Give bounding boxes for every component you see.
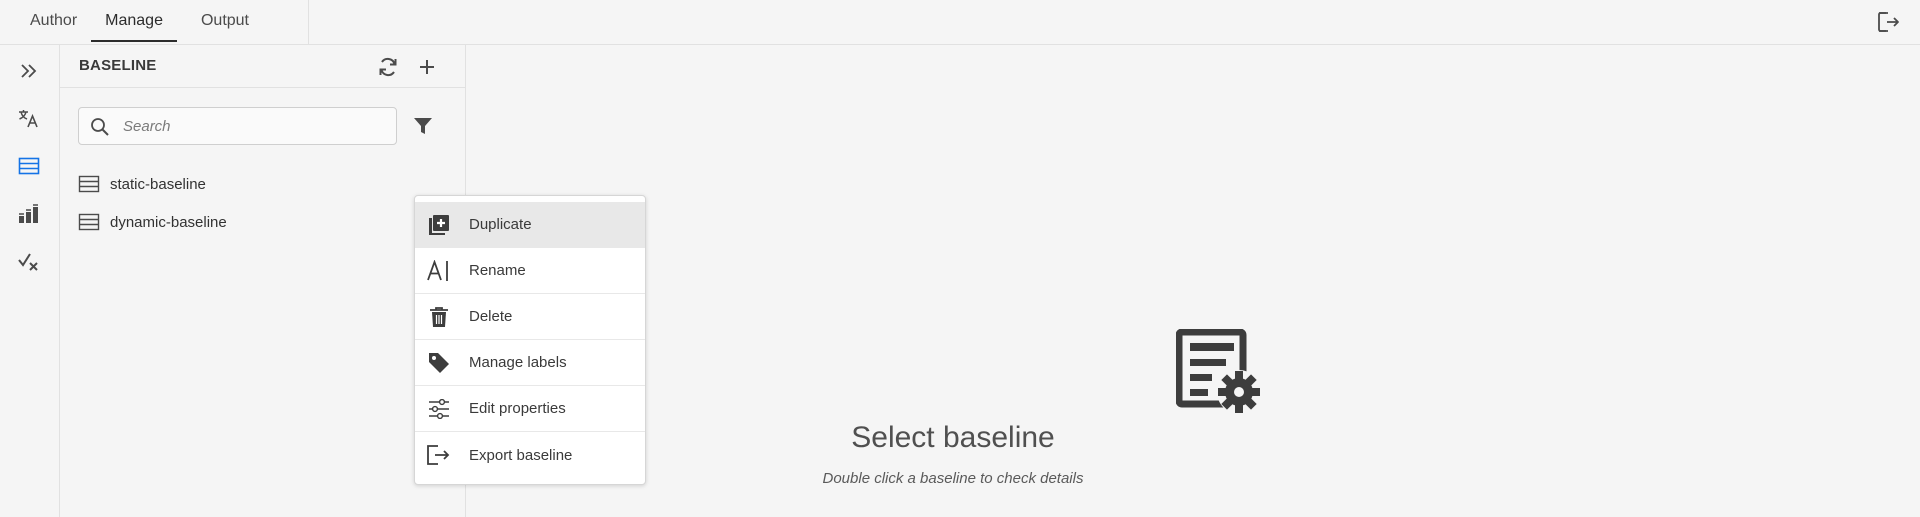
tab-author[interactable]: Author — [16, 0, 91, 45]
rail-item-reports[interactable] — [15, 200, 43, 228]
menu-item-label: Duplicate — [469, 216, 532, 233]
reports-icon — [19, 204, 38, 223]
menu-item-duplicate[interactable]: Duplicate — [415, 202, 645, 248]
search-input[interactable] — [121, 108, 391, 144]
add-baseline-button[interactable] — [413, 53, 441, 81]
menu-item-export-baseline[interactable]: Export baseline — [415, 432, 645, 478]
tab-author-label: Author — [30, 12, 78, 29]
menu-item-label: Rename — [469, 262, 526, 279]
menu-item-delete[interactable]: Delete — [415, 294, 645, 340]
export-icon — [427, 444, 451, 466]
list-item-label: static-baseline — [110, 175, 206, 193]
logout-button[interactable] — [1876, 9, 1902, 35]
tab-manage-label: Manage — [105, 12, 163, 29]
main-tabs: Author Manage Output — [0, 0, 263, 45]
left-rail — [0, 45, 60, 517]
tag-icon — [427, 352, 451, 374]
top-bar: Author Manage Output — [0, 0, 1920, 45]
filter-button[interactable] — [410, 113, 436, 139]
review-icon — [18, 253, 38, 271]
baseline-settings-icon — [1176, 329, 1261, 414]
duplicate-icon — [427, 214, 451, 236]
plus-icon — [420, 60, 434, 74]
tab-output-label: Output — [200, 12, 249, 29]
translate-icon — [19, 110, 38, 128]
search-box — [78, 107, 397, 145]
baseline-item-icon — [78, 213, 100, 231]
panel-title: BASELINE — [79, 57, 157, 74]
properties-icon — [427, 398, 451, 420]
menu-item-label: Edit properties — [469, 400, 566, 417]
menu-item-label: Delete — [469, 308, 513, 325]
menu-item-edit-properties[interactable]: Edit properties — [415, 386, 645, 432]
rail-item-translation[interactable] — [15, 105, 43, 133]
logout-icon — [1878, 12, 1899, 32]
refresh-icon — [379, 58, 397, 76]
expand-rail-button[interactable] — [15, 57, 43, 85]
menu-item-rename[interactable]: Rename — [415, 248, 645, 294]
context-menu: Duplicate Rename Delete Manage labels Ed… — [414, 195, 646, 485]
tab-divider — [308, 0, 309, 44]
expand-icon — [21, 64, 37, 78]
rail-item-review[interactable] — [15, 248, 43, 276]
tab-manage[interactable]: Manage — [91, 0, 177, 45]
list-item-label: dynamic-baseline — [110, 213, 227, 231]
panel-header: BASELINE — [60, 45, 466, 88]
tab-output[interactable]: Output — [187, 0, 263, 45]
baseline-item-icon — [78, 175, 100, 193]
search-icon — [90, 117, 110, 137]
filter-icon — [414, 118, 432, 134]
menu-item-label: Export baseline — [469, 446, 573, 464]
list-item[interactable]: static-baseline — [78, 170, 438, 198]
rail-item-baseline[interactable] — [15, 152, 43, 180]
trash-icon — [427, 306, 451, 328]
refresh-button[interactable] — [374, 53, 402, 81]
menu-item-manage-labels[interactable]: Manage labels — [415, 340, 645, 386]
baseline-icon — [18, 157, 40, 175]
rename-icon — [427, 260, 451, 282]
menu-item-label: Manage labels — [469, 354, 567, 371]
list-item[interactable]: dynamic-baseline — [78, 208, 438, 236]
